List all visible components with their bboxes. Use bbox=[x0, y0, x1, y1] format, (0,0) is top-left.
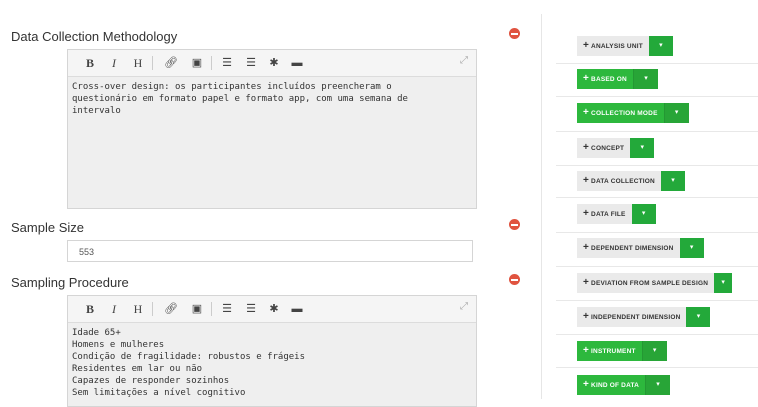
methodology-label: Data Collection Methodology bbox=[11, 29, 178, 44]
sidebar-row: + DEVIATION FROM SAMPLE DESIGN ▾ bbox=[556, 266, 758, 301]
add-dependent-dimension-button[interactable]: + DEPENDENT DIMENSION ▾ bbox=[577, 238, 704, 258]
add-collection-mode-label: COLLECTION MODE bbox=[591, 110, 658, 117]
chevron-down-icon[interactable]: ▾ bbox=[679, 238, 704, 258]
unordered-list-icon[interactable]: ☰ bbox=[244, 54, 258, 72]
plus-icon: + bbox=[583, 208, 590, 219]
sidebar-row: + INDEPENDENT DIMENSION ▾ bbox=[556, 300, 758, 335]
plus-icon: + bbox=[583, 345, 590, 356]
add-instrument-label: INSTRUMENT bbox=[591, 348, 636, 355]
add-data-collection-label: DATA COLLECTION bbox=[591, 178, 655, 185]
plus-icon: + bbox=[583, 277, 590, 288]
add-data-file-button[interactable]: + DATA FILE ▾ bbox=[577, 204, 656, 224]
plus-icon: + bbox=[583, 40, 590, 51]
plus-icon: + bbox=[583, 175, 590, 186]
toolbar-divider bbox=[152, 302, 153, 316]
sampling-procedure-text[interactable]: Idade 65+ Homens e mulheres Condição de … bbox=[68, 323, 476, 403]
sampling-procedure-editor[interactable]: B I H 🔗︎ ▣ ☰ ☰ ✱ ▬ ⤢ Idade 65+ Homens e … bbox=[67, 295, 477, 407]
sidebar-row: + DEPENDENT DIMENSION ▾ bbox=[556, 232, 758, 267]
asterisk-icon[interactable]: ✱ bbox=[267, 54, 281, 72]
sidebar-row: + CONCEPT ▾ bbox=[556, 131, 758, 166]
heading-button[interactable]: H bbox=[132, 300, 144, 318]
add-based-on-button[interactable]: + BASED ON ▾ bbox=[577, 69, 658, 89]
sidebar-row: + KIND OF DATA ▾ bbox=[556, 367, 758, 399]
plus-icon: + bbox=[583, 73, 590, 84]
link-icon[interactable]: 🔗︎ bbox=[164, 54, 178, 72]
toolbar-divider bbox=[152, 56, 153, 70]
link-icon[interactable]: 🔗︎ bbox=[164, 300, 178, 318]
plus-icon: + bbox=[583, 107, 590, 118]
asterisk-icon[interactable]: ✱ bbox=[267, 300, 281, 318]
sample-size-label: Sample Size bbox=[11, 220, 84, 235]
image-icon[interactable]: ▣ bbox=[190, 54, 204, 72]
remove-sample-size-icon[interactable] bbox=[509, 219, 520, 230]
comment-icon[interactable]: ▬ bbox=[290, 300, 304, 318]
chevron-down-icon[interactable]: ▾ bbox=[645, 375, 671, 395]
toolbar-divider bbox=[211, 56, 212, 70]
sidebar-row: + BASED ON ▾ bbox=[556, 63, 758, 97]
add-data-collection-button[interactable]: + DATA COLLECTION ▾ bbox=[577, 171, 685, 191]
add-concept-label: CONCEPT bbox=[591, 145, 625, 152]
add-data-file-label: DATA FILE bbox=[591, 211, 626, 218]
plus-icon: + bbox=[583, 379, 590, 390]
sidebar-row: + DATA COLLECTION ▾ bbox=[556, 165, 758, 198]
sidebar-divider bbox=[541, 14, 542, 399]
remove-sampling-procedure-icon[interactable] bbox=[509, 274, 520, 285]
chevron-down-icon[interactable]: ▾ bbox=[714, 273, 733, 293]
add-deviation-from-sample-design-label: DEVIATION FROM SAMPLE DESIGN bbox=[591, 280, 709, 287]
add-deviation-from-sample-design-button[interactable]: + DEVIATION FROM SAMPLE DESIGN ▾ bbox=[577, 273, 733, 293]
chevron-down-icon[interactable]: ▾ bbox=[632, 69, 658, 89]
methodology-text[interactable]: Cross-over design: os participantes incl… bbox=[68, 77, 476, 121]
chevron-down-icon[interactable]: ▾ bbox=[648, 36, 673, 56]
image-icon[interactable]: ▣ bbox=[190, 300, 204, 318]
chevron-down-icon[interactable]: ▾ bbox=[686, 307, 711, 327]
add-analysis-unit-button[interactable]: + ANALYSIS UNIT ▾ bbox=[577, 36, 673, 56]
sidebar-row: + DATA FILE ▾ bbox=[556, 197, 758, 233]
sampling-toolbar: B I H 🔗︎ ▣ ☰ ☰ ✱ ▬ ⤢ bbox=[68, 296, 476, 323]
bold-button[interactable]: B bbox=[84, 300, 96, 318]
sidebar-row: + ANALYSIS UNIT ▾ bbox=[556, 26, 758, 64]
fullscreen-icon[interactable]: ⤢ bbox=[460, 55, 468, 66]
italic-button[interactable]: I bbox=[108, 300, 120, 318]
heading-button[interactable]: H bbox=[132, 54, 144, 72]
sidebar-row: + INSTRUMENT ▾ bbox=[556, 334, 758, 368]
add-concept-button[interactable]: + CONCEPT ▾ bbox=[577, 138, 655, 158]
add-analysis-unit-label: ANALYSIS UNIT bbox=[591, 43, 643, 50]
ordered-list-icon[interactable]: ☰ bbox=[220, 300, 234, 318]
add-independent-dimension-button[interactable]: + INDEPENDENT DIMENSION ▾ bbox=[577, 307, 711, 327]
fullscreen-icon[interactable]: ⤢ bbox=[460, 301, 468, 312]
methodology-toolbar: B I H 🔗︎ ▣ ☰ ☰ ✱ ▬ ⤢ bbox=[68, 50, 476, 77]
add-kind-of-data-button[interactable]: + KIND OF DATA ▾ bbox=[577, 375, 671, 395]
methodology-editor[interactable]: B I H 🔗︎ ▣ ☰ ☰ ✱ ▬ ⤢ Cross-over design: … bbox=[67, 49, 477, 209]
chevron-down-icon[interactable]: ▾ bbox=[663, 103, 689, 123]
sample-size-input[interactable]: 553 bbox=[67, 240, 473, 262]
add-based-on-label: BASED ON bbox=[591, 76, 627, 83]
plus-icon: + bbox=[583, 142, 590, 153]
add-collection-mode-button[interactable]: + COLLECTION MODE ▾ bbox=[577, 103, 689, 123]
add-instrument-button[interactable]: + INSTRUMENT ▾ bbox=[577, 341, 667, 361]
plus-icon: + bbox=[583, 242, 590, 253]
ordered-list-icon[interactable]: ☰ bbox=[220, 54, 234, 72]
remove-methodology-icon[interactable] bbox=[509, 28, 520, 39]
chevron-down-icon[interactable]: ▾ bbox=[631, 204, 656, 224]
chevron-down-icon[interactable]: ▾ bbox=[630, 138, 655, 158]
plus-icon: + bbox=[583, 311, 590, 322]
sampling-procedure-label: Sampling Procedure bbox=[11, 275, 129, 290]
add-dependent-dimension-label: DEPENDENT DIMENSION bbox=[591, 245, 674, 252]
chevron-down-icon[interactable]: ▾ bbox=[641, 341, 667, 361]
comment-icon[interactable]: ▬ bbox=[290, 54, 304, 72]
unordered-list-icon[interactable]: ☰ bbox=[244, 300, 258, 318]
add-kind-of-data-label: KIND OF DATA bbox=[591, 382, 640, 389]
sidebar-row: + COLLECTION MODE ▾ bbox=[556, 96, 758, 132]
add-independent-dimension-label: INDEPENDENT DIMENSION bbox=[591, 314, 681, 321]
toolbar-divider bbox=[211, 302, 212, 316]
bold-button[interactable]: B bbox=[84, 54, 96, 72]
chevron-down-icon[interactable]: ▾ bbox=[660, 171, 685, 191]
italic-button[interactable]: I bbox=[108, 54, 120, 72]
